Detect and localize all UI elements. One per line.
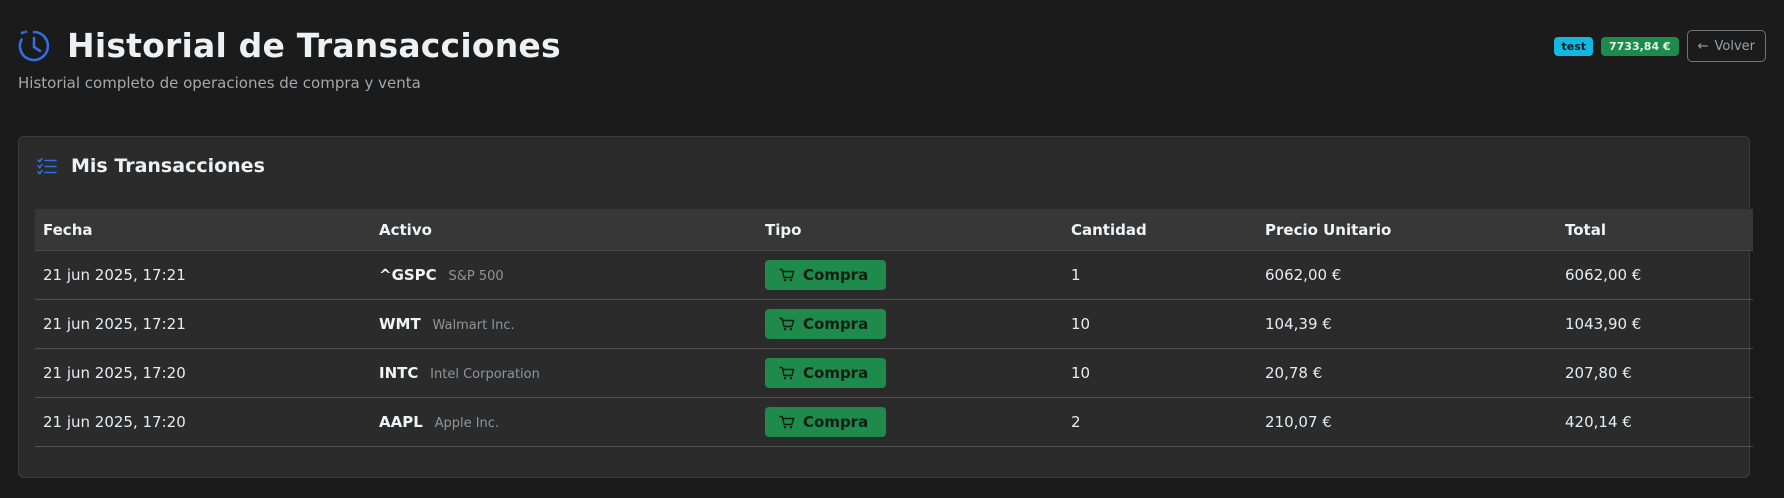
back-button[interactable]: ← Volver <box>1686 30 1766 62</box>
page-subtitle: Historial completo de operaciones de com… <box>18 74 421 92</box>
asset-symbol: AAPL <box>379 413 423 431</box>
column-header-total[interactable]: Total <box>1557 209 1753 251</box>
page: Historial de Transacciones Historial com… <box>0 0 1784 498</box>
asset-symbol: ^GSPC <box>379 266 437 284</box>
header-actions: test 7733,84 € ← Volver <box>1554 30 1766 62</box>
cell-type: Compra <box>757 348 1063 398</box>
transactions-card: Mis Transacciones Fecha Activo Tipo Cant… <box>18 136 1753 478</box>
cell-date: 21 jun 2025, 17:21 <box>35 299 371 349</box>
type-label: Compra <box>803 413 869 431</box>
type-label: Compra <box>803 315 869 333</box>
type-badge: Compra <box>765 358 887 388</box>
user-badge: test <box>1554 36 1593 56</box>
cart-icon <box>779 366 795 380</box>
cell-date: 21 jun 2025, 17:21 <box>35 250 371 300</box>
table-row[interactable]: 21 jun 2025, 17:21 ^GSPC S&P 500 Compra <box>35 250 1753 300</box>
cell-total: 6062,00 € <box>1557 250 1753 300</box>
card-title: Mis Transacciones <box>71 155 265 177</box>
cell-date: 21 jun 2025, 17:20 <box>35 348 371 398</box>
type-label: Compra <box>803 266 869 284</box>
type-label: Compra <box>803 364 869 382</box>
cell-unit-price: 210,07 € <box>1257 397 1557 447</box>
type-badge: Compra <box>765 260 887 290</box>
cell-total: 1043,90 € <box>1557 299 1753 349</box>
list-check-icon <box>37 157 57 175</box>
arrow-left-icon: ← <box>1697 38 1709 54</box>
cell-unit-price: 20,78 € <box>1257 348 1557 398</box>
asset-name: Apple Inc. <box>434 416 500 431</box>
cell-type: Compra <box>757 250 1063 300</box>
column-header-fecha[interactable]: Fecha <box>35 209 371 251</box>
cart-icon <box>779 415 795 429</box>
cell-type: Compra <box>757 299 1063 349</box>
column-header-activo[interactable]: Activo <box>371 209 757 251</box>
type-badge: Compra <box>765 407 887 437</box>
asset-name: Intel Corporation <box>430 367 540 382</box>
cart-icon <box>779 317 795 331</box>
cell-date: 21 jun 2025, 17:20 <box>35 397 371 447</box>
asset-name: Walmart Inc. <box>432 318 515 333</box>
cart-icon <box>779 268 795 282</box>
page-header: Historial de Transacciones Historial com… <box>0 0 1784 110</box>
cell-total: 420,14 € <box>1557 397 1753 447</box>
cell-unit-price: 6062,00 € <box>1257 250 1557 300</box>
type-badge: Compra <box>765 309 887 339</box>
cell-asset: AAPL Apple Inc. <box>371 397 757 447</box>
title-row: Historial de Transacciones <box>17 26 561 66</box>
cell-quantity: 2 <box>1063 397 1257 447</box>
asset-symbol: WMT <box>379 315 421 333</box>
asset-symbol: INTC <box>379 364 419 382</box>
cell-quantity: 10 <box>1063 299 1257 349</box>
column-header-tipo[interactable]: Tipo <box>757 209 1063 251</box>
cell-asset: WMT Walmart Inc. <box>371 299 757 349</box>
cell-unit-price: 104,39 € <box>1257 299 1557 349</box>
balance-badge: 7733,84 € <box>1601 36 1679 56</box>
cell-quantity: 10 <box>1063 348 1257 398</box>
asset-name: S&P 500 <box>448 269 504 284</box>
table-row[interactable]: 21 jun 2025, 17:21 WMT Walmart Inc. Comp… <box>35 299 1753 349</box>
table-row[interactable]: 21 jun 2025, 17:20 INTC Intel Corporatio… <box>35 348 1753 398</box>
table-header-row: Fecha Activo Tipo Cantidad Precio Unitar… <box>35 209 1753 251</box>
cell-type: Compra <box>757 397 1063 447</box>
cell-quantity: 1 <box>1063 250 1257 300</box>
card-header: Mis Transacciones <box>37 151 265 181</box>
transactions-table: Fecha Activo Tipo Cantidad Precio Unitar… <box>35 209 1753 447</box>
cell-total: 207,80 € <box>1557 348 1753 398</box>
column-header-precio-unitario[interactable]: Precio Unitario <box>1257 209 1557 251</box>
cell-asset: ^GSPC S&P 500 <box>371 250 757 300</box>
page-title: Historial de Transacciones <box>67 26 561 65</box>
column-header-cantidad[interactable]: Cantidad <box>1063 209 1257 251</box>
back-button-label: Volver <box>1714 38 1756 54</box>
table-row[interactable]: 21 jun 2025, 17:20 AAPL Apple Inc. Compr… <box>35 397 1753 447</box>
cell-asset: INTC Intel Corporation <box>371 348 757 398</box>
clock-history-icon <box>17 29 51 63</box>
